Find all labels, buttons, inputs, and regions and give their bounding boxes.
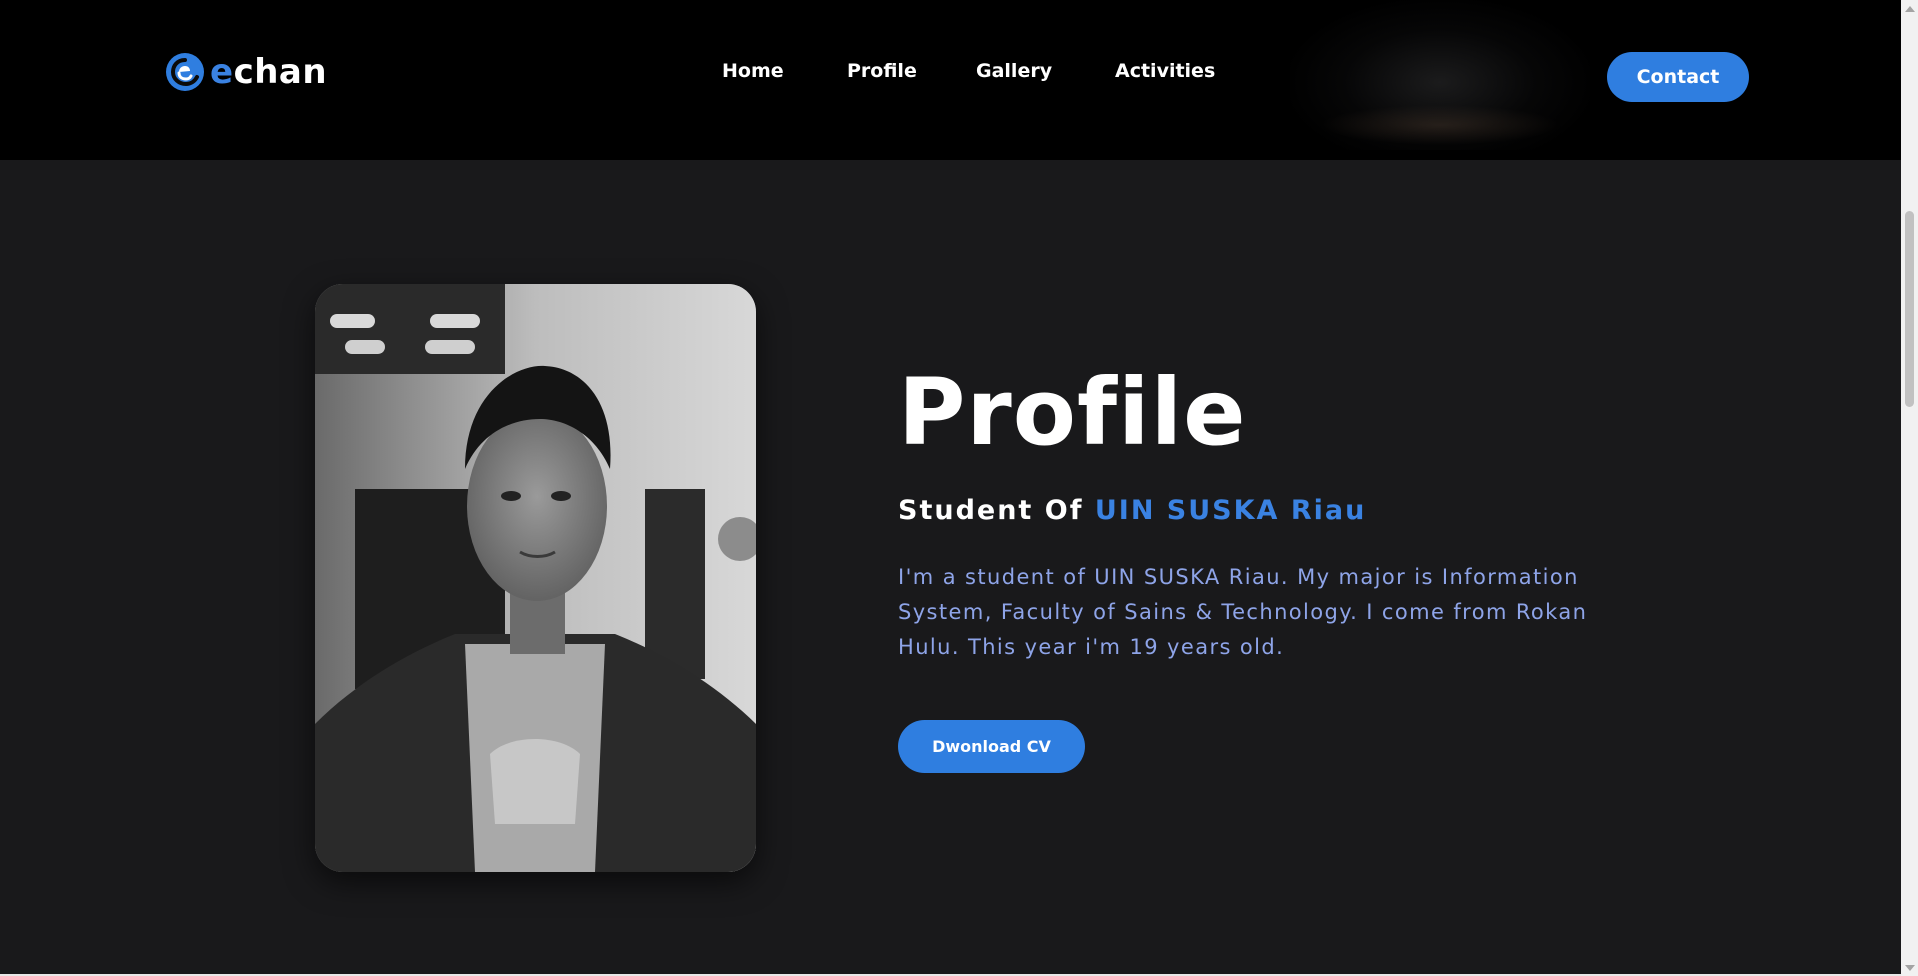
nav-activities[interactable]: Activities (1115, 60, 1225, 82)
profile-photo-image (315, 284, 756, 872)
page: echan Home Profile Gallery Activities Co… (0, 0, 1901, 974)
logo-text: echan (210, 55, 327, 89)
main-nav: Home Profile Gallery Activities (722, 60, 1225, 82)
download-cv-button[interactable]: Dwonload CV (898, 720, 1085, 773)
scrollbar-thumb[interactable] (1905, 211, 1914, 407)
nav-home[interactable]: Home (722, 60, 847, 82)
subtitle-prefix: Student Of (898, 495, 1095, 526)
vertical-scrollbar[interactable] (1901, 0, 1918, 976)
profile-subtitle: Student Of UIN SUSKA Riau (898, 495, 1366, 526)
header-background-glow (1320, 105, 1560, 145)
nav-profile[interactable]: Profile (847, 60, 976, 82)
contact-button[interactable]: Contact (1607, 52, 1749, 102)
subtitle-accent: UIN SUSKA Riau (1094, 495, 1367, 526)
profile-bio: I'm a student of UIN SUSKA Riau. My majo… (898, 565, 1588, 659)
logo-swirl-icon (166, 53, 204, 91)
logo-text-e: e (210, 52, 234, 92)
page-title: Profile (898, 359, 1247, 466)
site-logo[interactable]: echan (164, 48, 327, 96)
logo-text-rest: chan (233, 52, 328, 92)
scroll-up-arrow-icon[interactable] (1901, 0, 1918, 17)
nav-gallery[interactable]: Gallery (976, 60, 1115, 82)
profile-photo (315, 284, 756, 872)
site-header: echan Home Profile Gallery Activities Co… (0, 0, 1901, 160)
scroll-down-arrow-icon[interactable] (1901, 959, 1918, 976)
